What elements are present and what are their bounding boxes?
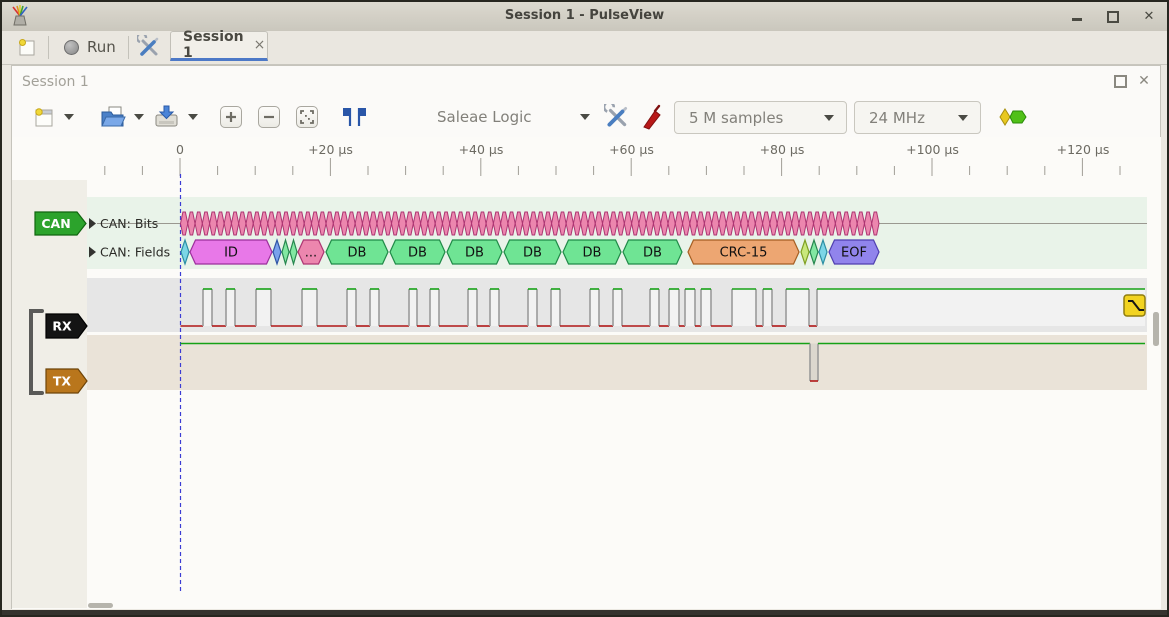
tab-close-icon[interactable]: × [254,37,266,53]
svg-text:EOF: EOF [841,246,867,261]
session-toolbar: Saleae Logic 5 M samples 24 MHz [12,97,1160,137]
trace-background [12,137,1161,609]
svg-text:DB: DB [348,246,367,261]
horizontal-scrollbar-thumb[interactable] [88,603,113,608]
svg-text:RX: RX [52,319,72,334]
svg-text:+40 µs: +40 µs [459,142,504,157]
zoom-fit-icon [297,107,317,127]
save-button[interactable] [154,97,180,137]
close-icon: ✕ [1144,10,1155,23]
maximize-button[interactable] [1105,9,1121,25]
open-button[interactable] [100,97,126,137]
add-decoder-button[interactable] [998,97,1028,137]
zoom-out-button[interactable] [258,106,280,128]
svg-text:CAN: Bits: CAN: Bits [100,216,158,231]
zoom-in-button[interactable] [220,106,242,128]
configure-tools-icon [604,104,630,130]
dropdown-arrow-icon [824,115,834,121]
svg-text:CAN: Fields: CAN: Fields [100,245,170,260]
open-dropdown[interactable] [134,97,144,137]
toolbar-separator [48,36,49,59]
trace-view[interactable]: 0 +20 µs +40 µs +60 µs +80 µs +100 µs +120 µs I… [12,137,1161,609]
new-session-icon [32,105,56,129]
svg-text:+60 µs: +60 µs [609,142,654,157]
tab-label: Session 1 [183,29,244,61]
run-label: Run [87,38,116,56]
sample-count-select[interactable]: 5 M samples [674,101,847,134]
svg-text:+120 µs: +120 µs [1057,142,1110,157]
sample-count-value: 5 M samples [689,109,824,127]
save-dropdown[interactable] [188,97,198,137]
maximize-icon [1107,11,1119,23]
zoom-out-icon [259,107,279,127]
close-button[interactable]: ✕ [1141,9,1157,25]
svg-text:TX: TX [53,374,72,389]
sample-rate-value: 24 MHz [869,109,958,127]
device-selector[interactable]: Saleae Logic [437,97,532,137]
dock-titlebar[interactable]: Session 1 ✕ [12,66,1160,97]
new-view-button[interactable] [14,34,40,60]
new-session-button[interactable] [32,97,56,137]
svg-text:DB: DB [408,246,427,261]
toolbar-separator [128,36,129,59]
svg-text:...: ... [305,246,317,261]
new-session-dropdown[interactable] [64,97,74,137]
svg-text:+80 µs: +80 µs [760,142,805,157]
svg-text:DB: DB [523,246,542,261]
pulseview-window: Session 1 - PulseView ✕ Run [0,0,1169,617]
zoom-fit-button[interactable] [296,106,318,128]
float-icon [1114,75,1127,88]
svg-text:0: 0 [176,142,184,157]
svg-text:CAN: CAN [41,216,70,231]
dropdown-arrow-icon [958,115,968,121]
dropdown-arrow-icon [64,114,74,120]
dock-close-button[interactable]: ✕ [1136,73,1152,89]
dropdown-arrow-icon [580,114,590,120]
svg-text:CRC-15: CRC-15 [720,246,768,261]
svg-text:DB: DB [643,246,662,261]
window-bottom-edge [2,610,1167,615]
minimize-icon [1072,18,1082,21]
svg-text:+100 µs: +100 µs [906,142,959,157]
trigger-marker-icon[interactable] [1124,295,1145,316]
save-icon [154,105,180,129]
configure-device-button[interactable] [604,97,630,137]
probe-icon [640,104,666,130]
tab-session-1[interactable]: Session 1 × [170,31,268,61]
svg-text:DB: DB [583,246,602,261]
main-toolbar: Run Session 1 × [2,31,1167,65]
svg-text:+20 µs: +20 µs [308,142,353,157]
svg-text:DB: DB [465,246,484,261]
dropdown-arrow-icon [134,114,144,120]
run-state-icon [64,40,79,55]
device-selector-arrow[interactable] [580,97,590,137]
add-decoder-icon [998,107,1028,127]
dock-float-button[interactable] [1112,73,1128,89]
tools-icon [137,35,161,59]
device-name: Saleae Logic [437,108,532,126]
settings-button[interactable] [136,34,162,60]
window-title: Session 1 - PulseView [2,8,1167,23]
new-view-icon [16,36,38,58]
dock-title: Session 1 [22,74,89,90]
minimize-button[interactable] [1069,9,1085,25]
show-cursors-button[interactable] [340,97,368,137]
sample-rate-select[interactable]: 24 MHz [854,101,981,134]
vertical-scrollbar-thumb[interactable] [1153,312,1159,346]
window-titlebar[interactable]: Session 1 - PulseView ✕ [2,2,1167,32]
run-button[interactable]: Run [58,34,122,60]
zoom-in-icon [221,107,241,127]
channels-button[interactable] [640,97,666,137]
svg-text:ID: ID [224,246,238,261]
dropdown-arrow-icon [188,114,198,120]
open-file-icon [100,105,126,129]
cursors-flags-icon [340,105,368,129]
